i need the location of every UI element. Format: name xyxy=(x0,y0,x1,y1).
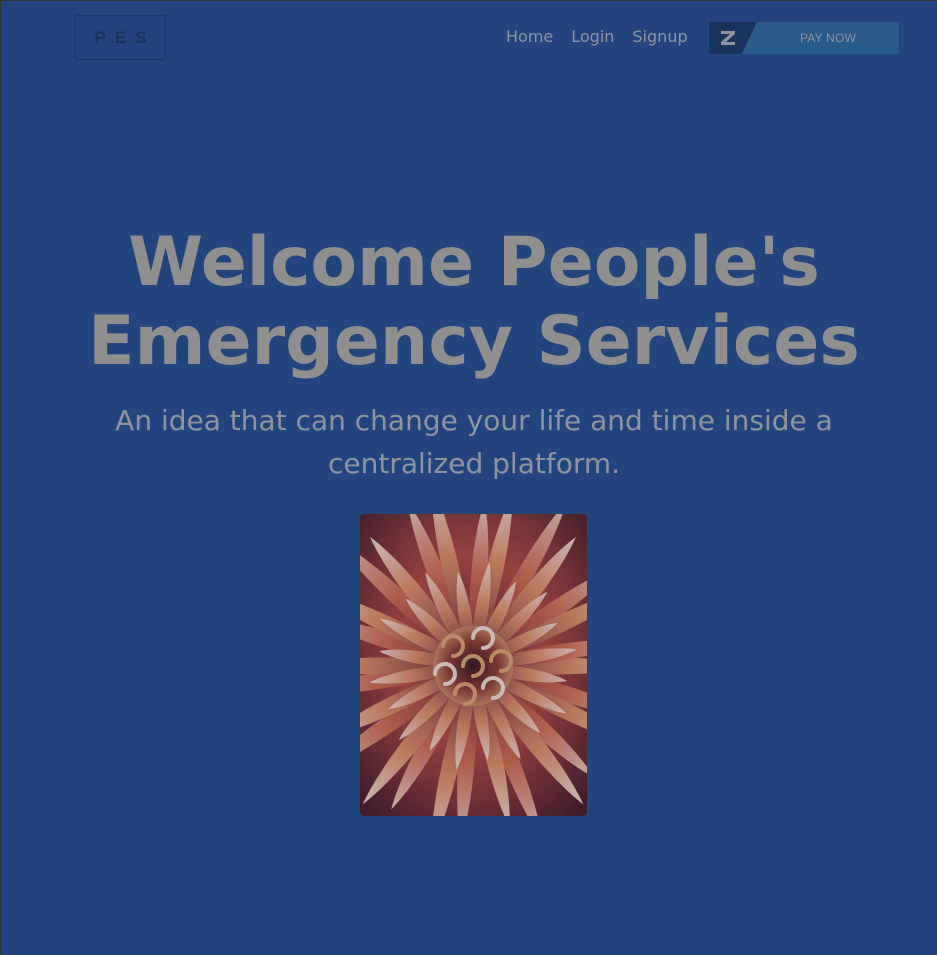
pay-now-label: PAY NOW xyxy=(799,31,857,45)
hero-flower-image xyxy=(360,514,587,816)
hero-title-line2: Emergency Services xyxy=(88,302,860,381)
page: PES Home Login Signup PAY NOW Welcome Pe… xyxy=(1,1,937,955)
z-logo-icon xyxy=(721,31,735,45)
pay-icon-container xyxy=(709,22,757,54)
nav-login-link[interactable]: Login xyxy=(571,27,614,46)
nav-home-link[interactable]: Home xyxy=(506,27,553,46)
site-logo[interactable]: PES xyxy=(75,15,166,60)
hero-subtitle-line1: An idea that can change your life and ti… xyxy=(115,404,833,437)
hero-title: Welcome People's Emergency Services xyxy=(1,223,937,381)
top-nav: Home Login Signup xyxy=(506,23,688,49)
hero-title-line1: Welcome People's xyxy=(128,223,820,302)
pay-now-button[interactable]: PAY NOW xyxy=(709,22,899,54)
nav-signup-link[interactable]: Signup xyxy=(632,27,687,46)
hero-subtitle: An idea that can change your life and ti… xyxy=(1,399,937,485)
dahlia-flower-photo xyxy=(360,514,587,816)
hero-subtitle-line2: centralized platform. xyxy=(327,447,621,480)
